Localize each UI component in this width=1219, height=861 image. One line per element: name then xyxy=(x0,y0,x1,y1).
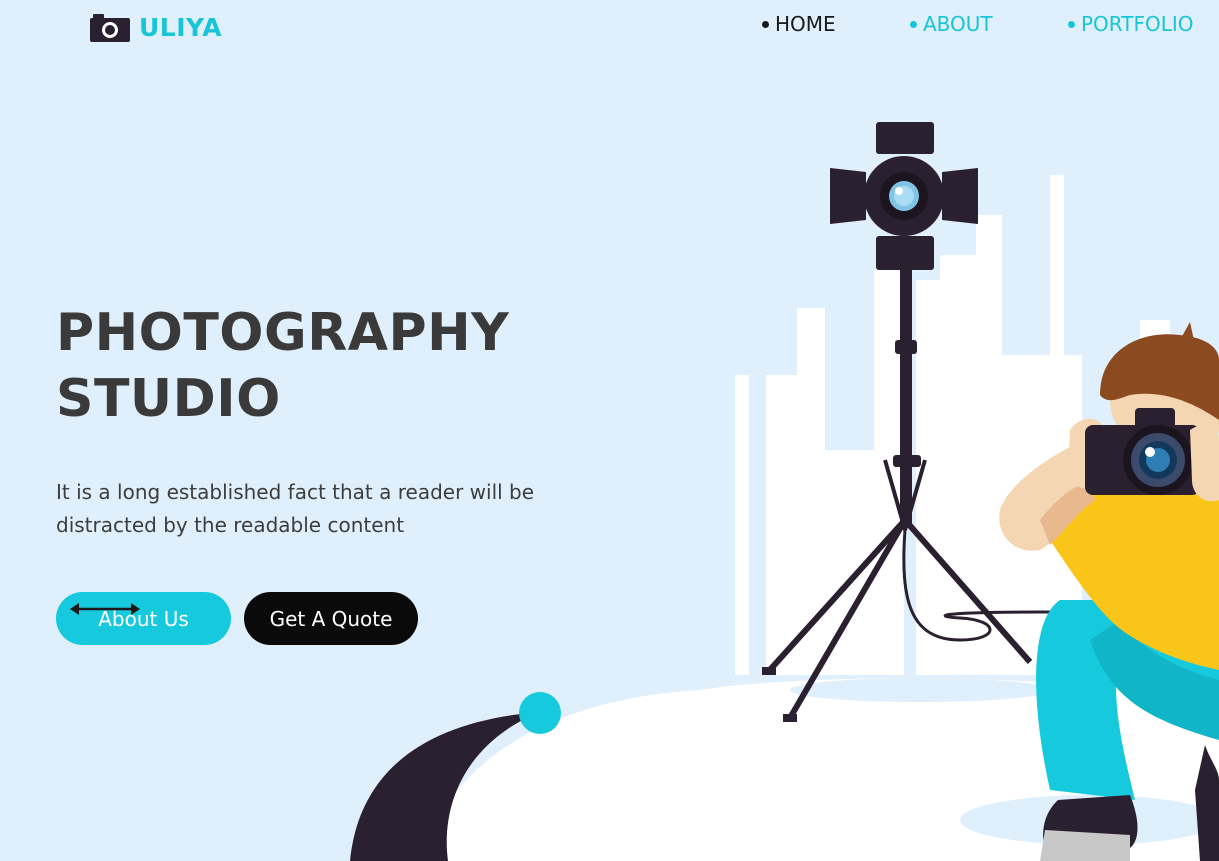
get-quote-button[interactable]: Get A Quote xyxy=(244,592,418,645)
hero-description: It is a long established fact that a rea… xyxy=(56,480,535,537)
nav-item-label: HOME xyxy=(775,12,836,36)
about-us-button[interactable]: About Us xyxy=(56,592,231,645)
hero-title-line-2: STUDIO xyxy=(56,369,281,429)
nav-bullet-icon xyxy=(910,20,917,28)
nav-item-about[interactable]: ABOUT xyxy=(910,12,993,36)
nav-item-label: PORTFOLIO xyxy=(1081,12,1194,36)
nav-item-label: ABOUT xyxy=(923,12,993,36)
studio-light-icon xyxy=(830,122,978,270)
photographer-icon xyxy=(999,322,1219,861)
main-nav: HOME ABOUT PORTFOLIO xyxy=(0,12,1219,42)
hero-title-line-1: PHOTOGRAPHY xyxy=(56,303,510,363)
accent-dot xyxy=(519,692,561,734)
get-quote-label: Get A Quote xyxy=(269,606,393,631)
double-arrow-icon xyxy=(70,603,140,615)
nav-bullet-icon xyxy=(1068,20,1075,28)
tripod-icon xyxy=(762,265,1033,722)
swoosh-shape xyxy=(350,712,540,861)
floor-shape xyxy=(430,678,1219,861)
nav-item-home[interactable]: HOME xyxy=(762,12,836,36)
hero-title: PHOTOGRAPHY STUDIO xyxy=(56,300,509,432)
city-skyline-icon xyxy=(735,175,1170,675)
nav-item-portfolio[interactable]: PORTFOLIO xyxy=(1068,12,1194,36)
nav-bullet-icon xyxy=(762,20,769,28)
landing-page: ULIYA HOME ABOUT PORTFOLIO PHOTOGRAPHY S… xyxy=(0,0,1219,861)
